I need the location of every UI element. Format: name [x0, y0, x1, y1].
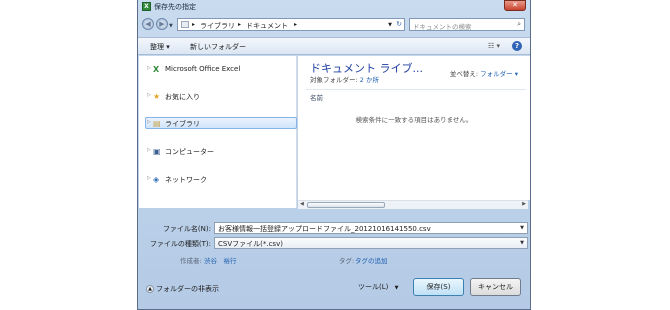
help-icon[interactable]: ? — [512, 41, 522, 51]
view-options-icon[interactable]: ☷ ▾ — [488, 42, 500, 50]
target-locations-link[interactable]: 2 か所 — [360, 76, 379, 84]
dialog-title: 保存先の指定 — [154, 3, 196, 11]
refresh-icon[interactable]: ↻ — [396, 20, 402, 28]
chevron-up-icon[interactable]: ▲ — [146, 285, 154, 293]
address-dropdown-icon[interactable]: ▼ — [388, 22, 392, 28]
computer-icon: ▣ — [153, 147, 161, 156]
chevron-down-icon[interactable]: ▼ — [395, 285, 399, 291]
breadcrumb-separator-icon[interactable]: ▸ — [192, 21, 195, 28]
filename-value[interactable]: お客様情報一括登録アップロードファイル_20121016141550.csv — [218, 224, 431, 234]
hide-folders-toggle[interactable]: ▲ フォルダーの非表示 — [146, 284, 219, 294]
command-bar: 整理 ▾ 新しいフォルダー ☷ ▾ ? — [138, 37, 530, 55]
dialog-footer: ▲ フォルダーの非表示 ツール(L) ▼ 保存(S) キャンセル — [138, 268, 530, 302]
target-label: 対象フォルダー: — [310, 76, 360, 84]
title-bar: X 保存先の指定 ✕ — [138, 0, 530, 13]
library-icon: ▤ — [153, 119, 161, 128]
column-divider — [306, 89, 526, 90]
cancel-button[interactable]: キャンセル — [470, 278, 521, 296]
new-folder-button[interactable]: 新しいフォルダー — [190, 42, 246, 52]
search-icon[interactable]: ⌕ — [517, 20, 521, 29]
back-icon[interactable]: ◀ — [142, 18, 154, 30]
library-target: 対象フォルダー: 2 か所 — [310, 74, 379, 84]
excel-icon: X — [153, 65, 160, 74]
tools-dropdown[interactable]: ツール(L) ▼ — [358, 282, 398, 292]
arrange-by: 並べ替え: フォルダー ▾ — [450, 68, 518, 78]
scroll-thumb[interactable] — [307, 202, 385, 208]
filename-label: ファイル名(N): — [162, 225, 211, 233]
breadcrumb-library[interactable]: ライブラリ — [200, 21, 235, 31]
forward-icon[interactable]: ▶ — [156, 18, 168, 30]
expand-arrow-icon[interactable]: ▷ — [147, 119, 151, 125]
library-folder-icon — [181, 21, 189, 28]
filetype-label: ファイルの種類(T): — [149, 240, 211, 248]
filetype-select[interactable]: CSVファイル(*.csv) ▼ — [214, 237, 528, 249]
add-tag-link[interactable]: タグの追加 — [355, 255, 388, 265]
navigation-pane: ▷ X Microsoft Office Excel ▷ ★ お気に入り ▷ ▤… — [139, 56, 297, 208]
file-list-pane: ドキュメント ライブ... 対象フォルダー: 2 か所 並べ替え: フォルダー … — [298, 56, 530, 200]
address-row: ◀ ▶ ▼ ▸ ライブラリ ▸ ドキュメント ▸ ▼ ↻ ドキュメントの検索 ⌕ — [138, 15, 530, 35]
expand-arrow-icon[interactable]: ▷ — [147, 65, 151, 71]
filename-field[interactable]: お客様情報一括登録アップロードファイル_20121016141550.csv ▼ — [214, 222, 528, 234]
column-header-name[interactable]: 名前 — [310, 92, 323, 102]
nav-item-label: ネットワーク — [165, 176, 207, 184]
nav-item-libraries[interactable]: ▷ ▤ ライブラリ — [145, 117, 297, 129]
search-placeholder: ドキュメントの検索 — [413, 23, 472, 31]
horizontal-scrollbar[interactable]: ◀ ▶ — [298, 200, 528, 209]
tools-label: ツール(L) — [358, 283, 389, 291]
nav-item-label: ライブラリ — [165, 120, 200, 128]
expand-arrow-icon[interactable]: ▷ — [147, 175, 151, 181]
close-button[interactable]: ✕ — [504, 0, 526, 11]
organize-button[interactable]: 整理 ▾ — [150, 42, 170, 52]
empty-message: 検索条件に一致する項目はありません。 — [355, 116, 473, 124]
recent-pages-dropdown-icon[interactable]: ▼ — [169, 23, 173, 29]
filetype-value[interactable]: CSVファイル(*.csv) — [218, 239, 283, 249]
author-value[interactable]: 渋谷 裕行 — [204, 255, 237, 265]
breadcrumb-separator-icon[interactable]: ▸ — [238, 21, 241, 28]
arrange-label: 並べ替え: — [449, 70, 481, 78]
search-box[interactable]: ドキュメントの検索 ⌕ — [409, 18, 525, 31]
save-dialog: X 保存先の指定 ✕ ◀ ▶ ▼ ▸ ライブラリ ▸ ドキュメント ▸ ▼ ↻ … — [137, 0, 531, 310]
nav-item-label: コンピューター — [165, 148, 214, 156]
breadcrumb-documents[interactable]: ドキュメント — [246, 21, 288, 31]
save-button[interactable]: 保存(S) — [413, 278, 464, 296]
nav-item-label: お気に入り — [165, 93, 200, 101]
nav-item-label: Microsoft Office Excel — [165, 65, 241, 73]
chevron-down-icon[interactable]: ▼ — [520, 225, 524, 231]
hide-folders-label: フォルダーの非表示 — [156, 285, 219, 293]
arrange-by-dropdown[interactable]: フォルダー ▾ — [480, 70, 518, 78]
tag-label: タグ: — [339, 257, 355, 265]
scroll-right-icon[interactable]: ▶ — [522, 201, 526, 207]
author-label: 作成者: — [180, 257, 202, 265]
expand-arrow-icon[interactable]: ▷ — [147, 92, 151, 98]
expand-arrow-icon[interactable]: ▷ — [147, 147, 151, 153]
breadcrumb-separator-icon[interactable]: ▸ — [294, 21, 297, 28]
scroll-left-icon[interactable]: ◀ — [300, 201, 304, 207]
star-icon: ★ — [153, 92, 161, 101]
excel-app-icon: X — [142, 2, 151, 11]
network-icon: ◈ — [153, 175, 160, 184]
address-bar[interactable]: ▸ ライブラリ ▸ ドキュメント ▸ ▼ ↻ — [177, 18, 405, 31]
chevron-down-icon[interactable]: ▼ — [520, 240, 524, 246]
